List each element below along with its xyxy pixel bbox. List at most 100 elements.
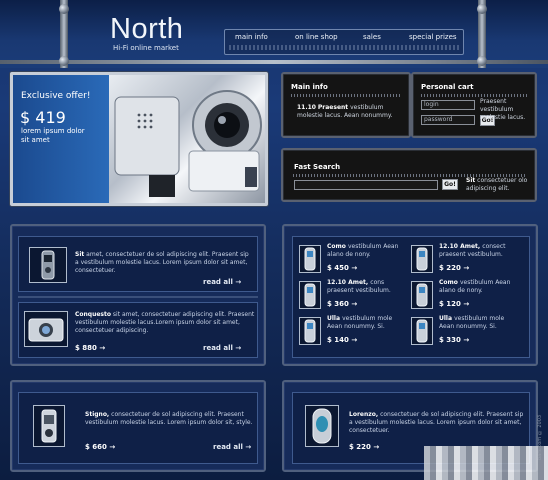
- bolt-icon: [477, 4, 487, 14]
- phone-description: 12.10 Amet, consect praesent vestibulum.: [439, 243, 519, 259]
- phone-item[interactable]: Ulla vestibulum mole Aean nonummy. Si. $ …: [409, 315, 521, 349]
- offer-price: $ 419: [20, 108, 66, 127]
- product-row: Conquesto sit amet, consectetuer adipisc…: [18, 302, 258, 358]
- phone-description: 12.10 Amet, cons praesent vestibulum.: [327, 279, 407, 295]
- product-row: Stigno, consectetuer de sol adipiscing e…: [18, 392, 258, 464]
- main-info-text: 11.10 Praesent vestibulum molestie lacus…: [297, 104, 407, 120]
- digital-camera-icon: [28, 318, 64, 342]
- phone-name: Ulla: [439, 315, 455, 322]
- product-thumbnail[interactable]: [305, 405, 339, 447]
- price-value: $ 880: [75, 344, 97, 352]
- nav-main-info[interactable]: main info: [235, 33, 268, 41]
- main-info-strong: Praesent: [317, 104, 349, 111]
- phone-price: $ 450 →: [327, 264, 358, 272]
- product-description: Lorenzo, consectetuer de sol adipiscing …: [349, 411, 525, 435]
- page: North Hi-Fi online market main info on l…: [0, 0, 548, 480]
- main-info-date: 11.10: [297, 104, 316, 111]
- phone-price: $ 330 →: [439, 336, 470, 344]
- arrow-icon: →: [235, 278, 242, 286]
- phones-grid: Como vestibulum Aean alano de nony. $ 450…: [292, 236, 530, 358]
- nav-sales[interactable]: sales: [363, 33, 381, 41]
- camcorder-image: [109, 75, 265, 203]
- product-name: Conquesto: [75, 311, 111, 318]
- phone-name: 12.10 Amet,: [439, 243, 483, 250]
- read-all-label: read all: [203, 344, 233, 352]
- phone-thumbnail[interactable]: [299, 281, 321, 309]
- phone-description: Ulla vestibulum mole Aean nonummy. Si.: [327, 315, 407, 331]
- main-info-panel: Main info 11.10 Praesent vestibulum mole…: [281, 72, 411, 138]
- phone-price: $ 220 →: [439, 264, 470, 272]
- row-divider: [18, 296, 258, 298]
- login-input[interactable]: login: [421, 100, 475, 110]
- offer-text: lorem ipsum dolor sit amet: [21, 127, 85, 144]
- header: North Hi-Fi online market main info on l…: [0, 0, 548, 68]
- read-all-label: read all: [213, 443, 243, 451]
- product-text: consectetuer de sol adipiscing elit. Pra…: [85, 411, 253, 426]
- product-thumbnail[interactable]: [29, 247, 67, 283]
- product-name: Sit: [75, 251, 85, 258]
- read-all-link[interactable]: read all →: [213, 443, 251, 451]
- phone-item[interactable]: Como vestibulum Aean alano de nony. $ 450…: [297, 243, 409, 277]
- camcorder-illustration: [114, 90, 262, 197]
- product-description: Sit amet, consectetuer de sol adipiscing…: [75, 251, 253, 275]
- fast-search-panel: Fast Search Go! Sit consectetuer olo adi…: [281, 148, 537, 202]
- offer-text-area: Exclusive offer! $ 419 lorem ipsum dolor…: [13, 75, 109, 203]
- camcorder-icon: [41, 409, 57, 443]
- personal-cart-panel: Personal cart login password Go! Praesen…: [411, 72, 537, 138]
- arrow-icon: →: [373, 443, 380, 451]
- phone-item[interactable]: 12.10 Amet, consect praesent vestibulum.…: [409, 243, 521, 277]
- phone-name: 12.10 Amet,: [327, 279, 371, 286]
- phone-name: Como: [327, 243, 348, 250]
- product-price: $ 220 →: [349, 443, 379, 451]
- product-name: Lorenzo,: [349, 411, 379, 418]
- product-name: Stigno,: [85, 411, 110, 418]
- read-all-link[interactable]: read all →: [203, 278, 241, 286]
- price-value: $ 220: [349, 443, 371, 451]
- search-heading: Fast Search: [294, 163, 341, 171]
- phone-price: $ 120 →: [439, 300, 470, 308]
- main-nav: main info on line shop sales special pri…: [224, 29, 464, 55]
- product-description: Conquesto sit amet, consectetuer adipisc…: [75, 311, 255, 335]
- exclusive-offer-banner[interactable]: Exclusive offer! $ 419 lorem ipsum dolor…: [10, 72, 268, 206]
- product-description: Stigno, consectetuer de sol adipiscing e…: [85, 411, 253, 427]
- search-strong: Sit: [466, 177, 476, 184]
- search-input[interactable]: [294, 180, 438, 190]
- arrow-icon: →: [235, 344, 242, 352]
- nav-special-prizes[interactable]: special prizes: [409, 33, 457, 41]
- product-price: $ 880 →: [75, 344, 105, 352]
- phone-name: Ulla: [327, 315, 343, 322]
- phone-description: Como vestibulum Aean alano de nony.: [439, 279, 519, 295]
- panel-divider: [421, 94, 527, 97]
- mobile-phone-icon: [304, 319, 316, 343]
- read-all-label: read all: [203, 278, 233, 286]
- phone-item[interactable]: 12.10 Amet, cons praesent vestibulum. $ 3…: [297, 279, 409, 313]
- phone-item[interactable]: Ulla vestibulum mole Aean nonummy. Si. $ …: [297, 315, 409, 349]
- phone-thumbnail[interactable]: [411, 245, 433, 273]
- search-body: consectetuer olo adipiscing elit.: [466, 177, 528, 192]
- product-thumbnail[interactable]: [33, 405, 65, 447]
- phone-thumbnail[interactable]: [411, 281, 433, 309]
- mobile-phone-icon: [416, 319, 428, 343]
- phone-price: $ 360 →: [327, 300, 358, 308]
- offer-title: Exclusive offer!: [21, 91, 91, 101]
- phone-description: Ulla vestibulum mole Aean nonummy. Si.: [439, 315, 519, 331]
- search-text: Sit consectetuer olo adipiscing elit.: [466, 177, 530, 193]
- search-go-button[interactable]: Go!: [442, 179, 458, 190]
- phone-thumbnail[interactable]: [411, 317, 433, 345]
- product-text: amet, consectetuer de sol adipiscing eli…: [75, 251, 249, 274]
- arrow-icon: →: [99, 344, 106, 352]
- read-all-link[interactable]: read all →: [203, 344, 241, 352]
- nav-online-shop[interactable]: on line shop: [295, 33, 338, 41]
- phone-thumbnail[interactable]: [299, 245, 321, 273]
- phone-item[interactable]: Como vestibulum Aean alano de nony. $ 120…: [409, 279, 521, 313]
- price-value: $ 660: [85, 443, 107, 451]
- mobile-phone-icon: [304, 283, 316, 307]
- password-input[interactable]: password: [421, 115, 475, 125]
- main-info-heading: Main info: [291, 83, 328, 91]
- logo[interactable]: North: [110, 14, 183, 44]
- phone-thumbnail[interactable]: [299, 317, 321, 345]
- featured-products-box: Sit amet, consectetuer de sol adipiscing…: [10, 224, 266, 366]
- cart-heading: Personal cart: [421, 83, 474, 91]
- product-thumbnail[interactable]: [24, 311, 68, 347]
- phone-price: $ 140 →: [327, 336, 358, 344]
